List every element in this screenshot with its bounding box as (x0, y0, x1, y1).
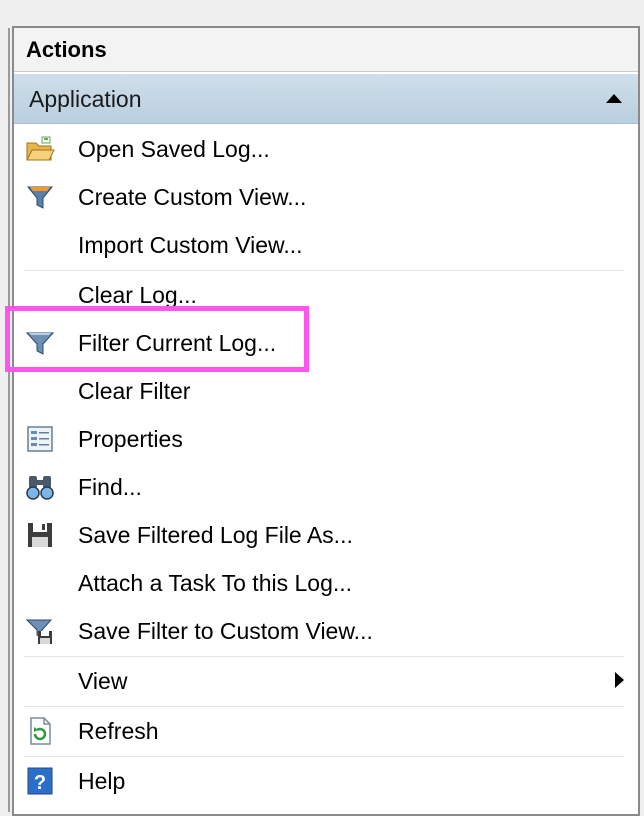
actions-pane: Actions Application Open Saved Log... Cr… (12, 26, 640, 816)
action-label: Refresh (78, 718, 159, 744)
action-properties[interactable]: Properties (16, 416, 626, 462)
action-find[interactable]: Find... (16, 464, 626, 510)
binoculars-icon (26, 476, 54, 500)
highlight-box (5, 306, 309, 372)
action-attach-task[interactable]: Attach a Task To this Log... (16, 560, 626, 606)
action-label: Save Filtered Log File As... (78, 522, 353, 548)
action-label: Properties (78, 426, 183, 452)
help-icon: ? (27, 767, 53, 795)
actions-pane-title: Actions (14, 28, 638, 72)
svg-text:?: ? (34, 772, 46, 794)
action-view[interactable]: View (16, 658, 626, 704)
action-clear-filter[interactable]: Clear Filter (16, 368, 626, 414)
collapse-arrow-icon[interactable] (606, 94, 622, 103)
action-label: Create Custom View... (78, 184, 307, 210)
action-label: Save Filter to Custom View... (78, 618, 373, 644)
menu-separator (24, 706, 624, 707)
menu-separator (24, 270, 624, 271)
action-create-custom-view[interactable]: Create Custom View... (16, 174, 626, 220)
action-label: Find... (78, 474, 142, 500)
action-label: Attach a Task To this Log... (78, 570, 353, 596)
open-folder-icon (26, 136, 55, 161)
refresh-icon (30, 717, 51, 745)
create-filter-icon (26, 186, 54, 209)
section-header-application[interactable]: Application (14, 74, 638, 124)
submenu-arrow-icon (615, 672, 624, 688)
floppy-disk-icon (28, 523, 52, 547)
action-label: Open Saved Log... (78, 136, 270, 162)
splitter[interactable] (8, 28, 10, 812)
top-strip (0, 0, 644, 12)
section-header-label: Application (29, 86, 142, 112)
action-save-filter-to-custom-view[interactable]: Save Filter to Custom View... (16, 608, 626, 654)
action-save-filtered-log-file-as[interactable]: Save Filtered Log File As... (16, 512, 626, 558)
action-label: Clear Filter (78, 378, 191, 404)
action-label: View (78, 668, 128, 694)
action-label: Import Custom View... (78, 232, 303, 258)
action-import-custom-view[interactable]: Import Custom View... (16, 222, 626, 268)
action-help[interactable]: ? Help (16, 758, 626, 804)
action-open-saved-log[interactable]: Open Saved Log... (16, 126, 626, 172)
action-refresh[interactable]: Refresh (16, 708, 626, 754)
menu-separator (24, 656, 624, 657)
action-label: Help (78, 768, 126, 794)
menu-separator (24, 756, 624, 757)
save-filter-icon (25, 619, 53, 644)
properties-icon (27, 426, 53, 452)
